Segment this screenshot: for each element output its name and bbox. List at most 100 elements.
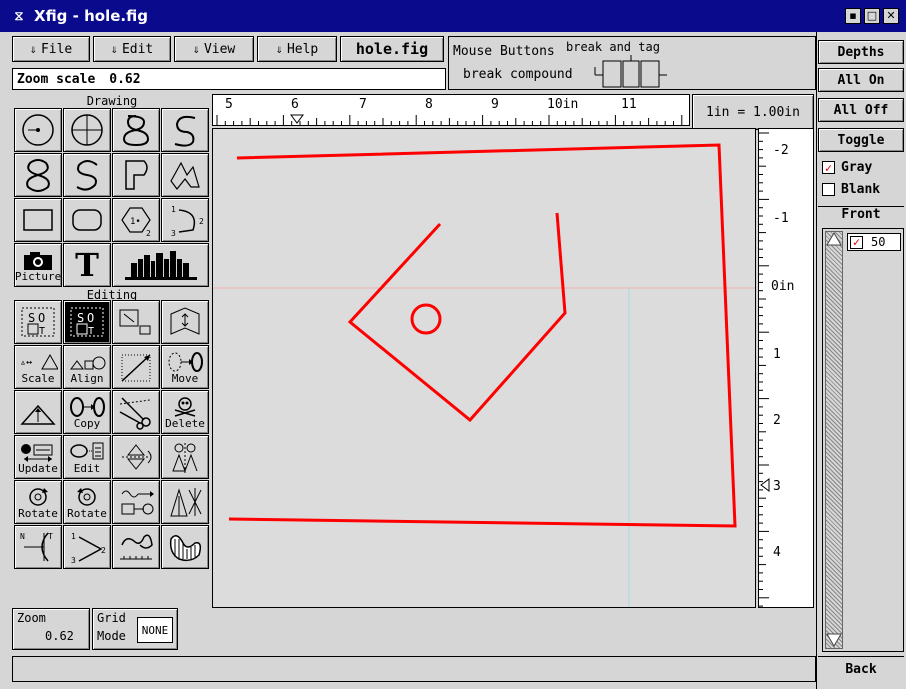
arc-box-tool[interactable]: [63, 198, 111, 242]
help-menu-button[interactable]: ⇓ Help: [257, 36, 337, 62]
zoom-box-tool[interactable]: [161, 300, 209, 344]
outline-polyline[interactable]: [228, 143, 737, 528]
convert-tool[interactable]: [112, 480, 160, 524]
length-measure-tool[interactable]: [112, 525, 160, 569]
area-measure-tool[interactable]: [161, 525, 209, 569]
top-ruler-label: 9: [491, 97, 499, 112]
mouse-left-action: break compound: [463, 67, 573, 82]
delete-tool[interactable]: Delete: [161, 390, 209, 434]
zoom-scale-field: Zoom scale 0.62: [12, 68, 446, 90]
down-arrow-icon: ⇓: [110, 42, 118, 56]
minimize-button[interactable]: ▪: [845, 8, 861, 24]
update-tool[interactable]: Update: [14, 435, 62, 479]
drawing-canvas[interactable]: [212, 128, 756, 608]
top-ruler-label: 5: [225, 97, 233, 112]
top-ruler-label: 8: [425, 97, 433, 112]
all-on-button[interactable]: All On: [818, 68, 904, 92]
closed-interp-spline-tool[interactable]: [14, 153, 62, 197]
picture-tool[interactable]: Picture: [14, 243, 62, 287]
scroll-up-icon[interactable]: [826, 232, 842, 246]
grid-mode-button[interactable]: Grid Mode NONE: [92, 608, 178, 650]
scroll-down-icon[interactable]: [826, 633, 842, 647]
gray-option[interactable]: ✓ Gray: [822, 160, 872, 175]
polyline-tool[interactable]: [161, 153, 209, 197]
polygon-tool[interactable]: [112, 153, 160, 197]
top-ruler-label: 7: [359, 97, 367, 112]
pentagon-polyline[interactable]: [347, 212, 567, 423]
camera-icon: [24, 251, 52, 270]
compound-tool[interactable]: SOT: [14, 300, 62, 344]
depth-layer-item[interactable]: ✓ 50: [847, 233, 901, 251]
right-ruler-label: 1: [773, 347, 781, 362]
down-arrow-icon: ⇓: [29, 42, 37, 56]
title-bar[interactable]: ⧖ Xfig - hole.fig ▪ □ ✕: [0, 0, 906, 32]
move-point-tool[interactable]: [112, 345, 160, 389]
mouse-icon: [594, 55, 667, 88]
break-compound-tool[interactable]: SOT: [63, 300, 111, 344]
tool-panel: Drawing 1• 2 123 Picture T Editing SOT SO…: [12, 94, 212, 594]
app-icon: ⧖: [14, 8, 24, 24]
file-menu-button[interactable]: ⇓ File: [12, 36, 90, 62]
all-off-button[interactable]: All Off: [818, 98, 904, 122]
rotate-ccw-tool[interactable]: Rotate: [63, 480, 111, 524]
drawing-svg: [213, 143, 755, 607]
angle-measure-tool[interactable]: 1 2 3: [63, 525, 111, 569]
svg-text:O: O: [38, 311, 45, 325]
edit-tool[interactable]: Edit: [63, 435, 111, 479]
move-tool[interactable]: Move: [161, 345, 209, 389]
dimension-line-tool[interactable]: NT: [14, 525, 62, 569]
align-tool[interactable]: Align: [63, 345, 111, 389]
anchor-tool[interactable]: [161, 480, 209, 524]
down-arrow-icon: ⇓: [275, 42, 283, 56]
layer-checkbox[interactable]: ✓: [850, 235, 863, 249]
rotate-cw-tool[interactable]: Rotate: [14, 480, 62, 524]
right-ruler-label: -2: [773, 143, 789, 158]
regular-polygon-tool[interactable]: 1• 2: [112, 198, 160, 242]
cut-tool[interactable]: [112, 390, 160, 434]
svg-text:3: 3: [71, 556, 76, 565]
open-interp-spline-tool[interactable]: [63, 153, 111, 197]
flip-horizontal-tool[interactable]: [161, 435, 209, 479]
view-menu-button[interactable]: ⇓ View: [174, 36, 254, 62]
arc-tool[interactable]: 1 2 3: [161, 198, 209, 242]
depth-scrollbar[interactable]: [825, 231, 843, 649]
close-button[interactable]: ✕: [883, 8, 899, 24]
blank-option[interactable]: Blank: [822, 182, 880, 197]
open-compound-tool[interactable]: [112, 300, 160, 344]
circle-radius-tool[interactable]: [14, 108, 62, 152]
top-ruler[interactable]: 5 6 7 8 9 10in 11: [212, 94, 690, 126]
svg-text:N: N: [20, 532, 25, 541]
closed-spline-tool[interactable]: [112, 108, 160, 152]
maximize-button[interactable]: □: [864, 8, 880, 24]
gray-checkbox[interactable]: ✓: [822, 161, 835, 175]
blank-checkbox[interactable]: [822, 183, 835, 196]
add-point-tool[interactable]: [14, 390, 62, 434]
right-ruler-label: 2: [773, 413, 781, 428]
zoom-value: 0.62: [45, 629, 74, 643]
svg-text:3: 3: [171, 229, 176, 238]
zoom-scale-value: 0.62: [109, 71, 141, 87]
hole-circle[interactable]: [410, 303, 442, 335]
scissors-icon: [119, 397, 151, 430]
copy-tool[interactable]: Copy: [63, 390, 111, 434]
zoom-button[interactable]: Zoom 0.62: [12, 608, 90, 650]
front-label: Front: [818, 206, 904, 226]
svg-text:2: 2: [199, 217, 204, 226]
circle-diameter-tool[interactable]: [63, 108, 111, 152]
unit-scale-label: 1in = 1.00in: [692, 94, 814, 130]
open-spline-tool[interactable]: [161, 108, 209, 152]
depth-list[interactable]: ✓ 50: [822, 228, 904, 652]
text-tool[interactable]: T: [63, 243, 111, 287]
svg-text:S: S: [77, 311, 84, 325]
rotate-ccw-icon: [77, 487, 96, 506]
filename-label: hole.fig: [340, 36, 444, 62]
scale-tool[interactable]: ▵↔ Scale: [14, 345, 62, 389]
box-tool[interactable]: [14, 198, 62, 242]
edit-menu-button[interactable]: ⇓ Edit: [93, 36, 171, 62]
library-tool[interactable]: [112, 243, 209, 287]
flip-vertical-tool[interactable]: [112, 435, 160, 479]
top-ruler-label: 6: [291, 97, 299, 112]
top-ruler-label: 10in: [547, 97, 579, 112]
right-ruler[interactable]: -2 -1 0in 1 2 3 4: [758, 128, 814, 608]
toggle-button[interactable]: Toggle: [818, 128, 904, 152]
